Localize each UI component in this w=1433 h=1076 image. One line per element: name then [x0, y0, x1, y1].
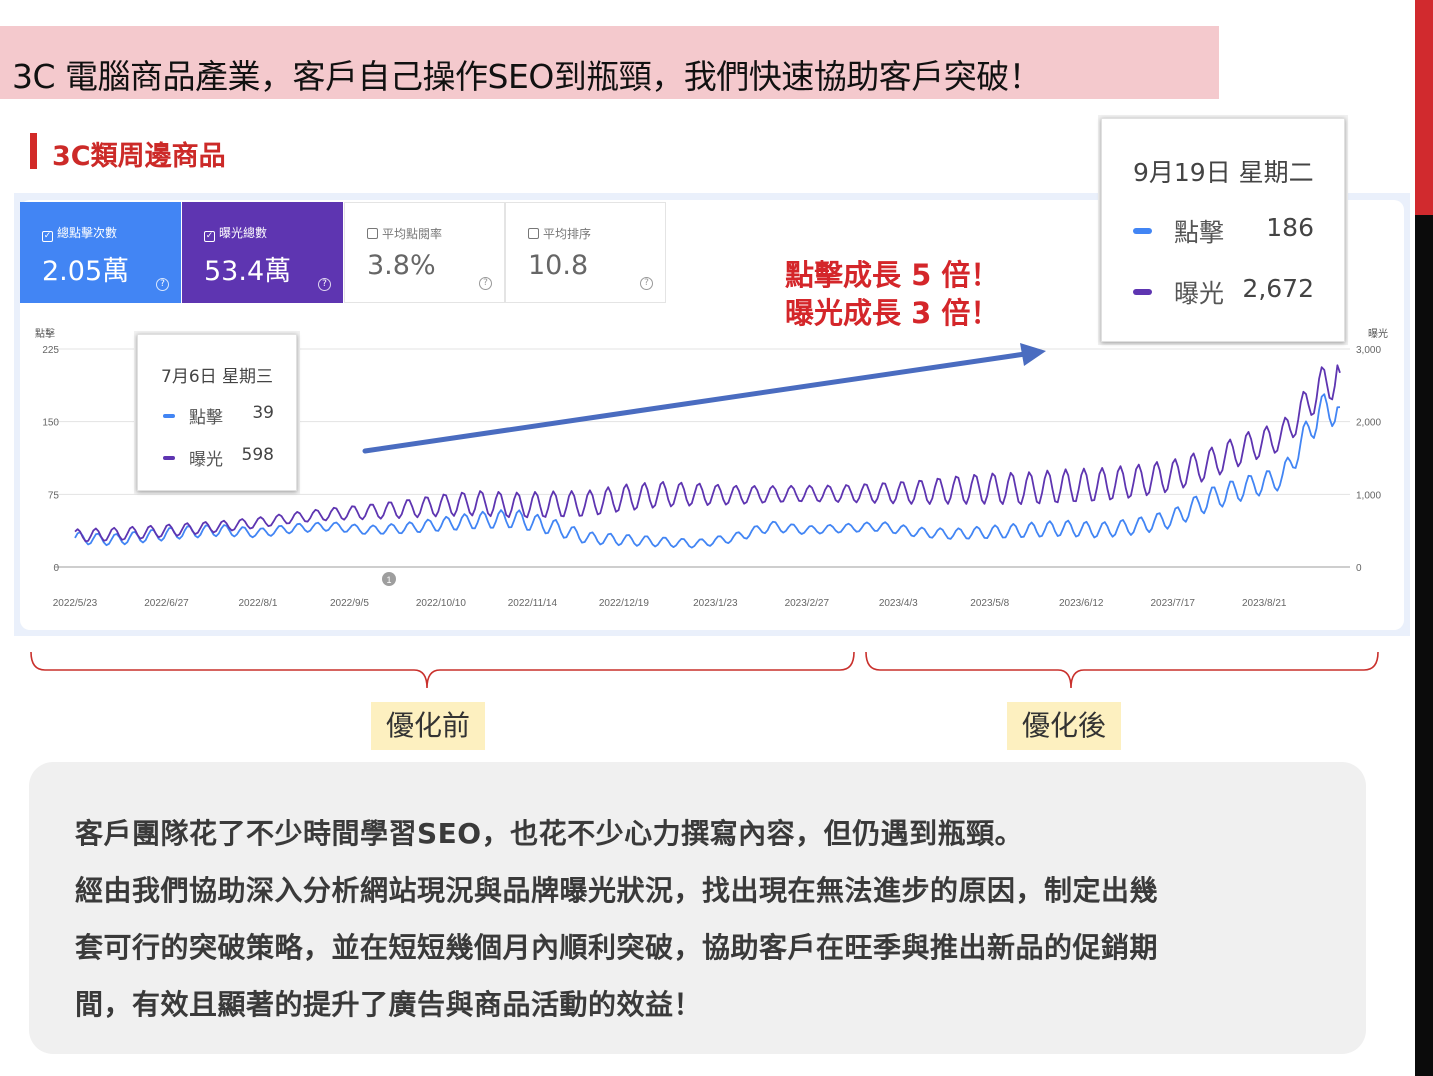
bracket-before	[30, 651, 855, 689]
phase-brackets	[30, 651, 1379, 689]
phase-label-after: 優化後	[1007, 702, 1121, 750]
description-line: 客戶團隊花了不少時間學習SEO，也花不少心力撰寫內容，但仍遇到瓶頸。	[75, 817, 1024, 850]
phase-label-before: 優化前	[371, 702, 485, 750]
bracket-after	[865, 651, 1379, 689]
description-line: 間，有效且顯著的提升了廣告與商品活動的效益！	[75, 988, 703, 1021]
description-line: 經由我們協助深入分析網站現況與品牌曝光狀況，找出現在無法進步的原因，制定出幾	[75, 874, 1159, 907]
description-line: 套可行的突破策略，並在短短幾個月內順利突破，協助客戶在旺季與推出新品的促銷期	[75, 931, 1159, 964]
